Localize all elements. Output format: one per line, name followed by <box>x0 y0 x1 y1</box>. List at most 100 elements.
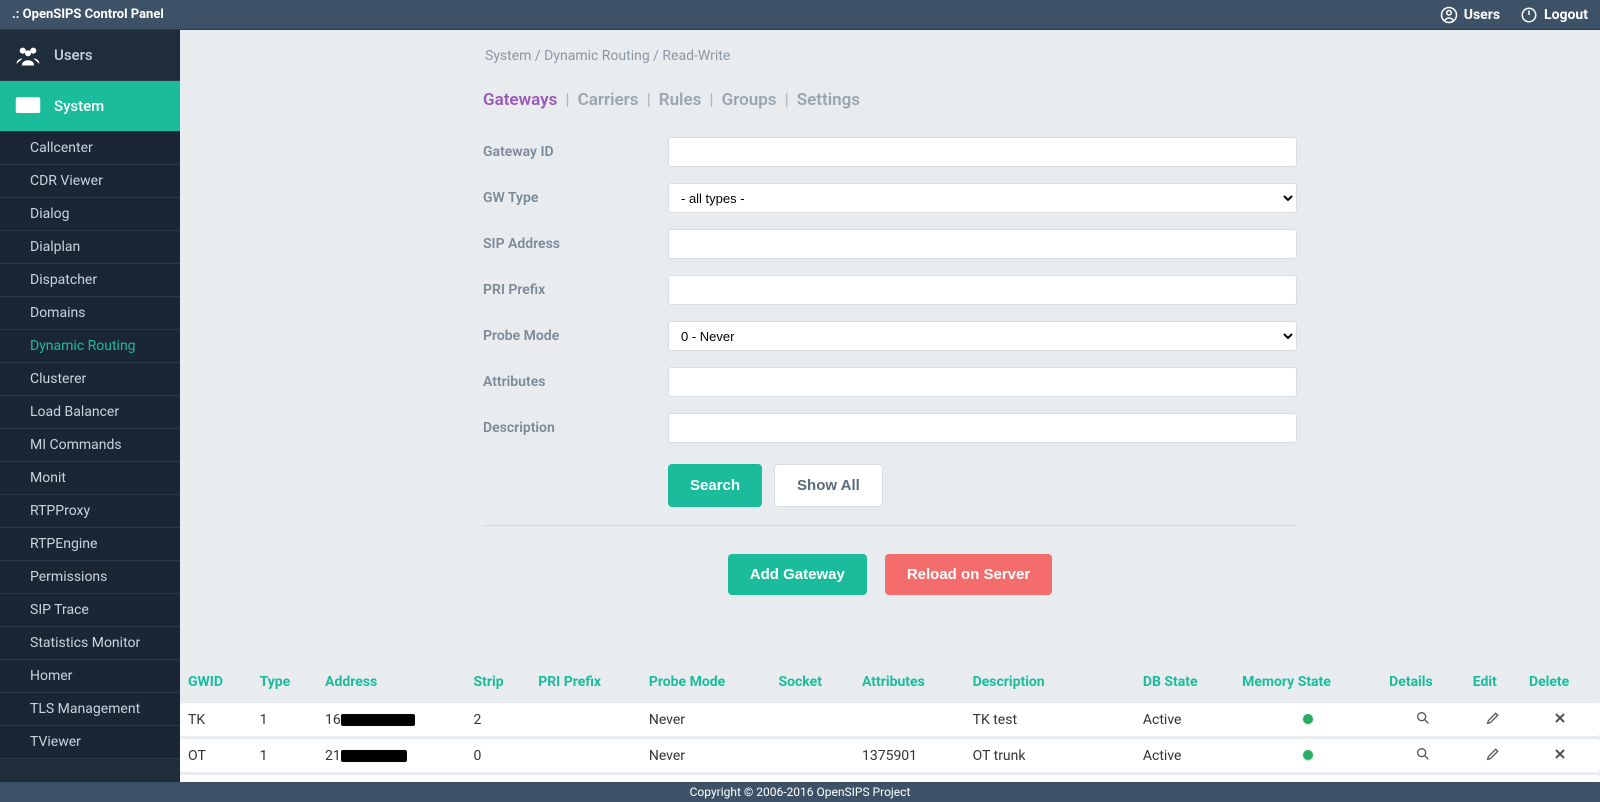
column-header[interactable]: Address <box>317 668 465 700</box>
sidebar-item-load-balancer[interactable]: Load Balancer <box>0 396 180 429</box>
column-header[interactable]: Probe Mode <box>641 668 771 700</box>
sidebar-item-cdr-viewer[interactable]: CDR Viewer <box>0 165 180 198</box>
sidebar-item-homer[interactable]: Homer <box>0 660 180 693</box>
sidebar-item-dynamic-routing[interactable]: Dynamic Routing <box>0 330 180 363</box>
logout-link-label: Logout <box>1544 7 1588 23</box>
show-all-button[interactable]: Show All <box>774 464 883 507</box>
details-icon[interactable] <box>1414 745 1432 763</box>
column-header[interactable]: Delete <box>1521 668 1600 700</box>
cell: Never <box>641 775 771 782</box>
column-header[interactable]: Strip <box>466 668 531 700</box>
cell: 78 <box>317 775 465 782</box>
column-header[interactable]: Memory State <box>1234 668 1381 700</box>
column-header[interactable]: Type <box>252 668 317 700</box>
topbar: .: OpenSIPS Control Panel Users Logout <box>0 0 1600 30</box>
column-header[interactable]: Attributes <box>854 668 965 700</box>
add-gateway-button[interactable]: Add Gateway <box>728 554 867 595</box>
cell <box>854 775 965 782</box>
cell: 1 <box>252 739 317 772</box>
sidebar-item-dialog[interactable]: Dialog <box>0 198 180 231</box>
content: System / Dynamic Routing / Read-Write Ga… <box>475 30 1305 665</box>
status-dot-icon <box>1303 714 1313 724</box>
cell: OT trunk <box>965 739 1135 772</box>
sidebar-item-users[interactable]: Users <box>0 30 180 81</box>
tabs: Gateways|Carriers|Rules|Groups|Settings <box>483 90 1297 110</box>
cell: Active <box>1135 739 1234 772</box>
column-header[interactable]: GWID <box>180 668 252 700</box>
sidebar-item-tls-management[interactable]: TLS Management <box>0 693 180 726</box>
sidebar-item-mi-commands[interactable]: MI Commands <box>0 429 180 462</box>
cell <box>1465 775 1521 782</box>
attributes-input[interactable] <box>668 367 1297 397</box>
cell <box>770 739 853 772</box>
details-icon[interactable] <box>1414 781 1432 782</box>
sidebar-item-statistics-monitor[interactable]: Statistics Monitor <box>0 627 180 660</box>
sip-address-input[interactable] <box>668 229 1297 259</box>
delete-icon[interactable] <box>1551 781 1569 782</box>
attributes-label: Attributes <box>483 374 668 390</box>
probe-mode-label: Probe Mode <box>483 328 668 344</box>
sidebar-item-dialplan[interactable]: Dialplan <box>0 231 180 264</box>
cell <box>530 703 641 736</box>
delete-icon[interactable] <box>1551 709 1569 727</box>
column-header[interactable]: Socket <box>770 668 853 700</box>
column-header[interactable]: Edit <box>1465 668 1521 700</box>
cell: Never <box>641 703 771 736</box>
sidebar-item-rtpengine[interactable]: RTPEngine <box>0 528 180 561</box>
description-label: Description <box>483 420 668 436</box>
tab-gateways[interactable]: Gateways <box>483 90 557 110</box>
probe-mode-select[interactable]: 0 - Never <box>668 321 1297 351</box>
gateways-table: GWIDTypeAddressStripPRI PrefixProbe Mode… <box>180 665 1600 782</box>
pri-prefix-label: PRI Prefix <box>483 282 668 298</box>
column-header[interactable]: PRI Prefix <box>530 668 641 700</box>
edit-icon[interactable] <box>1484 781 1502 782</box>
gw-type-select[interactable]: - all types - <box>668 183 1297 213</box>
sidebar-item-tviewer[interactable]: TViewer <box>0 726 180 759</box>
users-link[interactable]: Users <box>1440 6 1500 24</box>
cell: SIPP <box>180 775 252 782</box>
sidebar-item-dispatcher[interactable]: Dispatcher <box>0 264 180 297</box>
sidebar-item-sip-trace[interactable]: SIP Trace <box>0 594 180 627</box>
sidebar: Users SystemCallcenterCDR ViewerDialogDia… <box>0 30 180 782</box>
sidebar-item-callcenter[interactable]: Callcenter <box>0 132 180 165</box>
reload-server-button[interactable]: Reload on Server <box>885 554 1052 595</box>
pri-prefix-input[interactable] <box>668 275 1297 305</box>
cell: 0 <box>466 739 531 772</box>
table-row: OT1210Never1375901OT trunkActive <box>180 739 1600 772</box>
tab-rules[interactable]: Rules <box>659 90 702 110</box>
description-input[interactable] <box>668 413 1297 443</box>
cell <box>854 703 965 736</box>
search-form: Gateway ID GW Type - all types - SIP Add… <box>483 134 1297 507</box>
column-header[interactable]: DB State <box>1135 668 1234 700</box>
gateway-id-input[interactable] <box>668 137 1297 167</box>
logout-link[interactable]: Logout <box>1520 6 1588 24</box>
tab-carriers[interactable]: Carriers <box>578 90 639 110</box>
user-circle-icon <box>1440 6 1458 24</box>
column-header[interactable]: Details <box>1381 668 1465 700</box>
tab-settings[interactable]: Settings <box>797 90 860 110</box>
sidebar-item-system[interactable]: System <box>0 81 180 132</box>
table-row: TK1162NeverTK testActive <box>180 703 1600 736</box>
cell <box>770 775 853 782</box>
sidebar-item-rtpproxy[interactable]: RTPProxy <box>0 495 180 528</box>
cell <box>1381 739 1465 772</box>
cell <box>1234 739 1381 772</box>
sidebar-item-label: Users <box>54 46 93 64</box>
sidebar-item-domains[interactable]: Domains <box>0 297 180 330</box>
sidebar-item-monit[interactable]: Monit <box>0 462 180 495</box>
cell: OT <box>180 739 252 772</box>
cell: 21 <box>317 739 465 772</box>
main-scroll[interactable]: System / Dynamic Routing / Read-Write Ga… <box>180 30 1600 782</box>
cell: 2 <box>466 703 531 736</box>
delete-icon[interactable] <box>1551 745 1569 763</box>
divider <box>483 525 1297 526</box>
details-icon[interactable] <box>1414 709 1432 727</box>
column-header[interactable]: Description <box>965 668 1135 700</box>
sidebar-item-clusterer[interactable]: Clusterer <box>0 363 180 396</box>
breadcrumb: System / Dynamic Routing / Read-Write <box>483 48 1297 64</box>
edit-icon[interactable] <box>1484 709 1502 727</box>
sidebar-item-permissions[interactable]: Permissions <box>0 561 180 594</box>
edit-icon[interactable] <box>1484 745 1502 763</box>
search-button[interactable]: Search <box>668 464 762 507</box>
tab-groups[interactable]: Groups <box>722 90 777 110</box>
